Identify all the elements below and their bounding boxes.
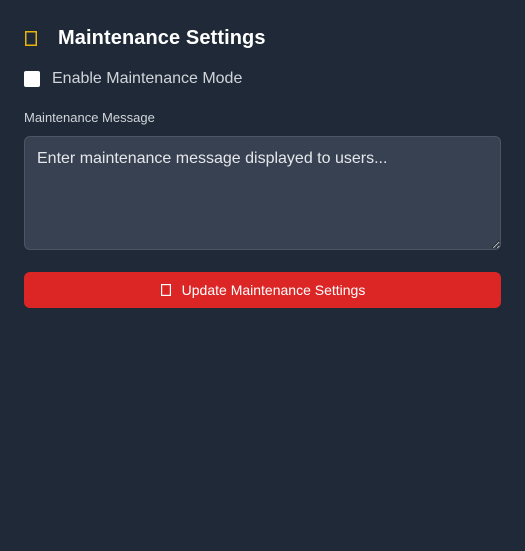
maintenance-mode-toggle[interactable]: Enable Maintenance Mode xyxy=(24,69,242,89)
maintenance-settings-panel: Maintenance Settings Enable Maintenance … xyxy=(0,0,525,551)
update-maintenance-button[interactable]: Update Maintenance Settings xyxy=(24,272,501,308)
maintenance-mode-label[interactable]: Enable Maintenance Mode xyxy=(52,70,242,88)
tools-icon xyxy=(24,30,38,47)
save-icon xyxy=(160,284,172,296)
maintenance-mode-checkbox[interactable] xyxy=(24,71,40,87)
maintenance-message-label: Maintenance Message xyxy=(24,110,155,125)
panel-header: Maintenance Settings xyxy=(24,26,266,50)
update-maintenance-label: Update Maintenance Settings xyxy=(181,282,366,298)
maintenance-message-input[interactable] xyxy=(24,136,501,250)
panel-title: Maintenance Settings xyxy=(58,26,266,49)
